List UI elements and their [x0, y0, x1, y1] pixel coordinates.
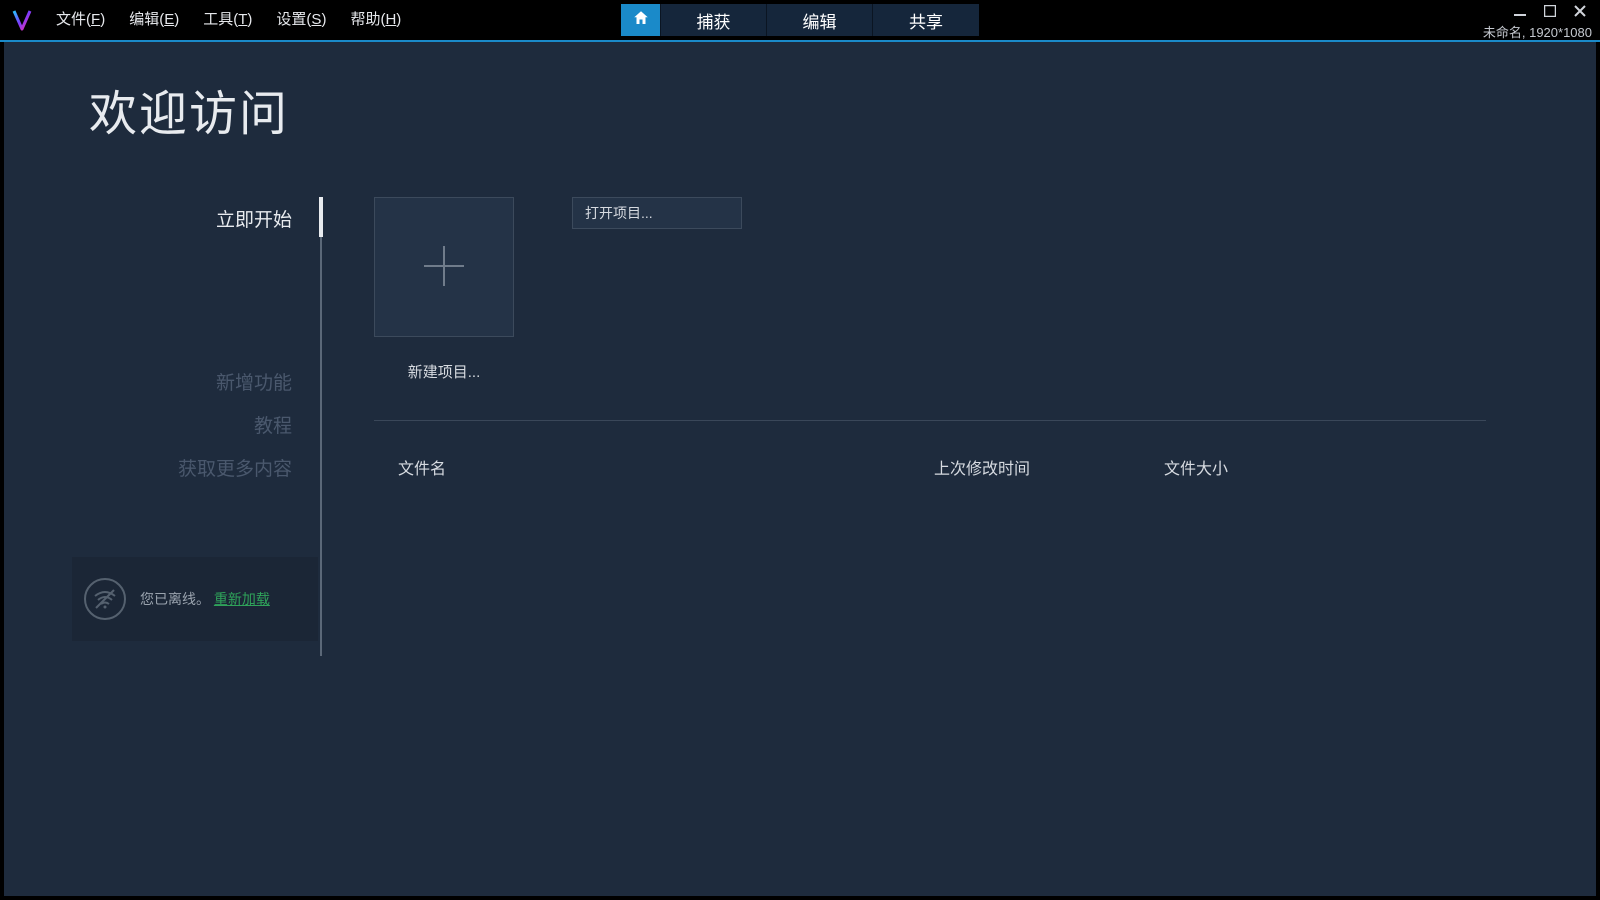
col-filename: 文件名	[374, 455, 934, 479]
new-project-label: 新建项目...	[408, 361, 481, 382]
close-button[interactable]	[1572, 3, 1588, 19]
welcome-title: 欢迎访问	[89, 74, 289, 144]
menu-bar: 文件(F) 编辑(E) 工具(T) 设置(S) 帮助(H)	[44, 0, 413, 40]
menu-tools[interactable]: 工具(T)	[191, 0, 264, 40]
minimize-button[interactable]	[1512, 3, 1528, 19]
new-project-square	[374, 197, 514, 337]
menu-edit[interactable]: 编辑(E)	[117, 0, 191, 40]
offline-notice: 您已离线。 重新加载	[72, 557, 318, 641]
menu-help[interactable]: 帮助(H)	[338, 0, 413, 40]
tab-capture[interactable]: 捕获	[661, 4, 767, 36]
offline-text: 您已离线。 重新加载	[140, 589, 270, 610]
sidebar-item-tutorials[interactable]: 教程	[64, 403, 320, 446]
tab-share[interactable]: 共享	[873, 4, 979, 36]
menu-settings[interactable]: 设置(S)	[264, 0, 338, 40]
col-modified: 上次修改时间	[934, 455, 1164, 479]
content-divider	[374, 420, 1486, 421]
offline-icon	[84, 578, 126, 620]
new-project-tile[interactable]: 新建项目...	[374, 197, 514, 382]
title-bar: 文件(F) 编辑(E) 工具(T) 设置(S) 帮助(H) 捕获 编辑 共享 未…	[0, 0, 1600, 40]
window-controls	[1512, 0, 1596, 22]
recent-column-headers: 文件名 上次修改时间 文件大小	[374, 455, 1486, 479]
workspace: 欢迎访问 立即开始 新增功能 教程 获取更多内容 您已离线。 重新加载	[4, 42, 1596, 896]
offline-reload-link[interactable]: 重新加载	[214, 591, 270, 607]
document-status: 未命名, 1920*1080	[1483, 22, 1592, 41]
open-project-button[interactable]: 打开项目...	[572, 197, 742, 229]
col-size: 文件大小	[1164, 455, 1486, 479]
home-icon	[632, 9, 650, 32]
mode-tabs: 捕获 编辑 共享	[621, 4, 979, 36]
sidebar-active-marker	[319, 197, 323, 237]
plus-icon	[416, 238, 472, 297]
sidebar-item-start[interactable]: 立即开始	[64, 197, 320, 240]
sidebar-item-whatsnew[interactable]: 新增功能	[64, 360, 320, 403]
maximize-button[interactable]	[1542, 3, 1558, 19]
menu-file[interactable]: 文件(F)	[44, 0, 117, 40]
app-logo	[0, 0, 44, 40]
sidebar-item-getmore[interactable]: 获取更多内容	[64, 446, 320, 489]
tab-edit[interactable]: 编辑	[767, 4, 873, 36]
welcome-content: 新建项目... 打开项目... 文件名 上次修改时间 文件大小	[374, 197, 1486, 856]
tab-home[interactable]	[621, 4, 661, 36]
